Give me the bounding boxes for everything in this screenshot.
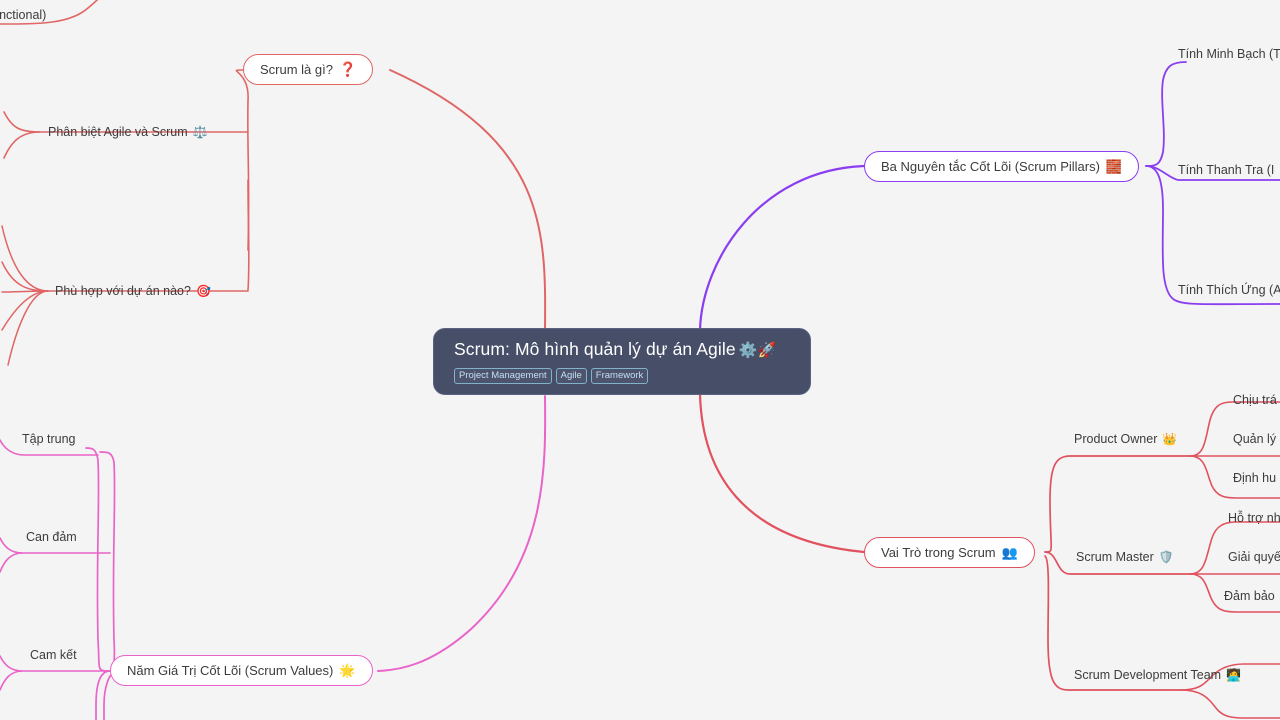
- node-scrum-la-gi[interactable]: Scrum là gì? ❓: [243, 54, 374, 85]
- node-can-dam-label: Can đảm: [26, 530, 77, 544]
- node-po-dinh-huong[interactable]: Định hu: [1233, 470, 1276, 486]
- node-roles-label: Vai Trò trong Scrum: [881, 545, 996, 560]
- node-product-owner-label: Product Owner: [1074, 432, 1158, 446]
- node-sm-ho-tro[interactable]: Hỗ trợ nh: [1228, 510, 1280, 526]
- node-phu-hop-voi-du-an-nao[interactable]: Phù hợp với dự án nào? 🎯: [55, 283, 211, 299]
- node-po-quan-ly[interactable]: Quản lý: [1233, 431, 1276, 447]
- tag-project-management[interactable]: Project Management: [454, 368, 552, 384]
- node-vai-tro-trong-scrum[interactable]: Vai Trò trong Scrum 👥: [864, 537, 1035, 568]
- root-title: Scrum: Mô hình quản lý dự án Agile ⚙️🚀: [454, 338, 792, 362]
- node-product-owner[interactable]: Product Owner 👑: [1074, 431, 1177, 447]
- node-nam-gia-tri-cot-loi[interactable]: Năm Giá Trị Cốt Lõi (Scrum Values) 🌟: [110, 655, 373, 686]
- node-scrum-la-gi-label: Scrum là gì?: [260, 62, 333, 77]
- node-sm-sub-0-label: Hỗ trợ nh: [1228, 511, 1280, 525]
- crown-icon: 👑: [1162, 432, 1178, 446]
- node-po-sub-0-label: Chịu trá: [1233, 393, 1277, 407]
- node-cross-functional-label: ss-functional): [0, 8, 47, 22]
- node-cam-ket[interactable]: Cam kết: [30, 647, 77, 663]
- node-sm-dam-bao[interactable]: Đảm bảo: [1224, 588, 1275, 604]
- brick-icon: 🧱: [1105, 158, 1123, 174]
- people-icon: 👥: [1001, 544, 1018, 560]
- root-node[interactable]: Scrum: Mô hình quản lý dự án Agile ⚙️🚀 Pr…: [433, 328, 811, 395]
- mindmap-canvas: Scrum: Mô hình quản lý dự án Agile ⚙️🚀 Pr…: [0, 0, 1280, 720]
- shield-icon: 🛡️: [1158, 550, 1174, 564]
- node-tap-trung[interactable]: Tập trung: [22, 431, 76, 447]
- root-tag-row: Project Management Agile Framework: [454, 368, 792, 384]
- developer-icon: 🧑‍💻: [1226, 668, 1242, 682]
- target-icon: 🎯: [195, 284, 211, 298]
- node-sm-sub-1-label: Giải quyế: [1228, 550, 1280, 564]
- node-ba-nguyen-tac-cot-loi[interactable]: Ba Nguyên tắc Cốt Lõi (Scrum Pillars) 🧱: [864, 151, 1140, 182]
- node-phan-biet-agile-va-scrum[interactable]: Phân biệt Agile và Scrum ⚖️: [48, 124, 208, 140]
- tag-framework[interactable]: Framework: [590, 368, 649, 384]
- node-values-label: Năm Giá Trị Cốt Lõi (Scrum Values): [127, 663, 334, 678]
- node-dev-team-label: Scrum Development Team: [1074, 668, 1222, 682]
- star-icon: 🌟: [339, 662, 356, 678]
- node-sm-giai-quyet[interactable]: Giải quyế: [1228, 549, 1280, 565]
- node-po-sub-1-label: Quản lý: [1233, 432, 1277, 446]
- node-cross-functional-clipped[interactable]: ss-functional): [0, 7, 46, 23]
- node-phan-biet-label: Phân biệt Agile và Scrum: [48, 125, 188, 139]
- node-tinh-thanh-tra-label: Tính Thanh Tra (I: [1178, 163, 1275, 177]
- root-title-emoji: ⚙️🚀: [738, 342, 777, 359]
- node-tinh-thanh-tra[interactable]: Tính Thanh Tra (I: [1178, 162, 1274, 178]
- node-cam-ket-label: Cam kết: [30, 648, 77, 662]
- node-po-sub-2-label: Định hu: [1233, 471, 1277, 485]
- question-mark-icon: ❓: [338, 61, 357, 77]
- node-scrum-master-label: Scrum Master: [1076, 550, 1154, 564]
- node-pillars-label: Ba Nguyên tắc Cốt Lõi (Scrum Pillars): [881, 159, 1100, 174]
- node-can-dam[interactable]: Can đảm: [26, 529, 77, 545]
- node-po-chiu-trach-nhiem[interactable]: Chịu trá: [1233, 392, 1277, 408]
- node-tinh-minh-bach-label: Tính Minh Bạch (T: [1178, 47, 1280, 61]
- node-tap-trung-label: Tập trung: [22, 432, 76, 446]
- node-tinh-thich-ung[interactable]: Tính Thích Ứng (A: [1178, 282, 1280, 298]
- root-title-text: Scrum: Mô hình quản lý dự án Agile: [454, 339, 736, 359]
- node-tinh-thich-ung-label: Tính Thích Ứng (A: [1178, 283, 1280, 297]
- node-scrum-master[interactable]: Scrum Master 🛡️: [1076, 549, 1174, 565]
- scales-icon: ⚖️: [192, 125, 208, 139]
- node-tinh-minh-bach[interactable]: Tính Minh Bạch (T: [1178, 46, 1280, 62]
- node-phu-hop-label: Phù hợp với dự án nào?: [55, 284, 191, 298]
- tag-agile[interactable]: Agile: [555, 368, 587, 384]
- node-scrum-development-team[interactable]: Scrum Development Team 🧑‍💻: [1074, 667, 1241, 683]
- node-sm-sub-2-label: Đảm bảo: [1224, 589, 1275, 603]
